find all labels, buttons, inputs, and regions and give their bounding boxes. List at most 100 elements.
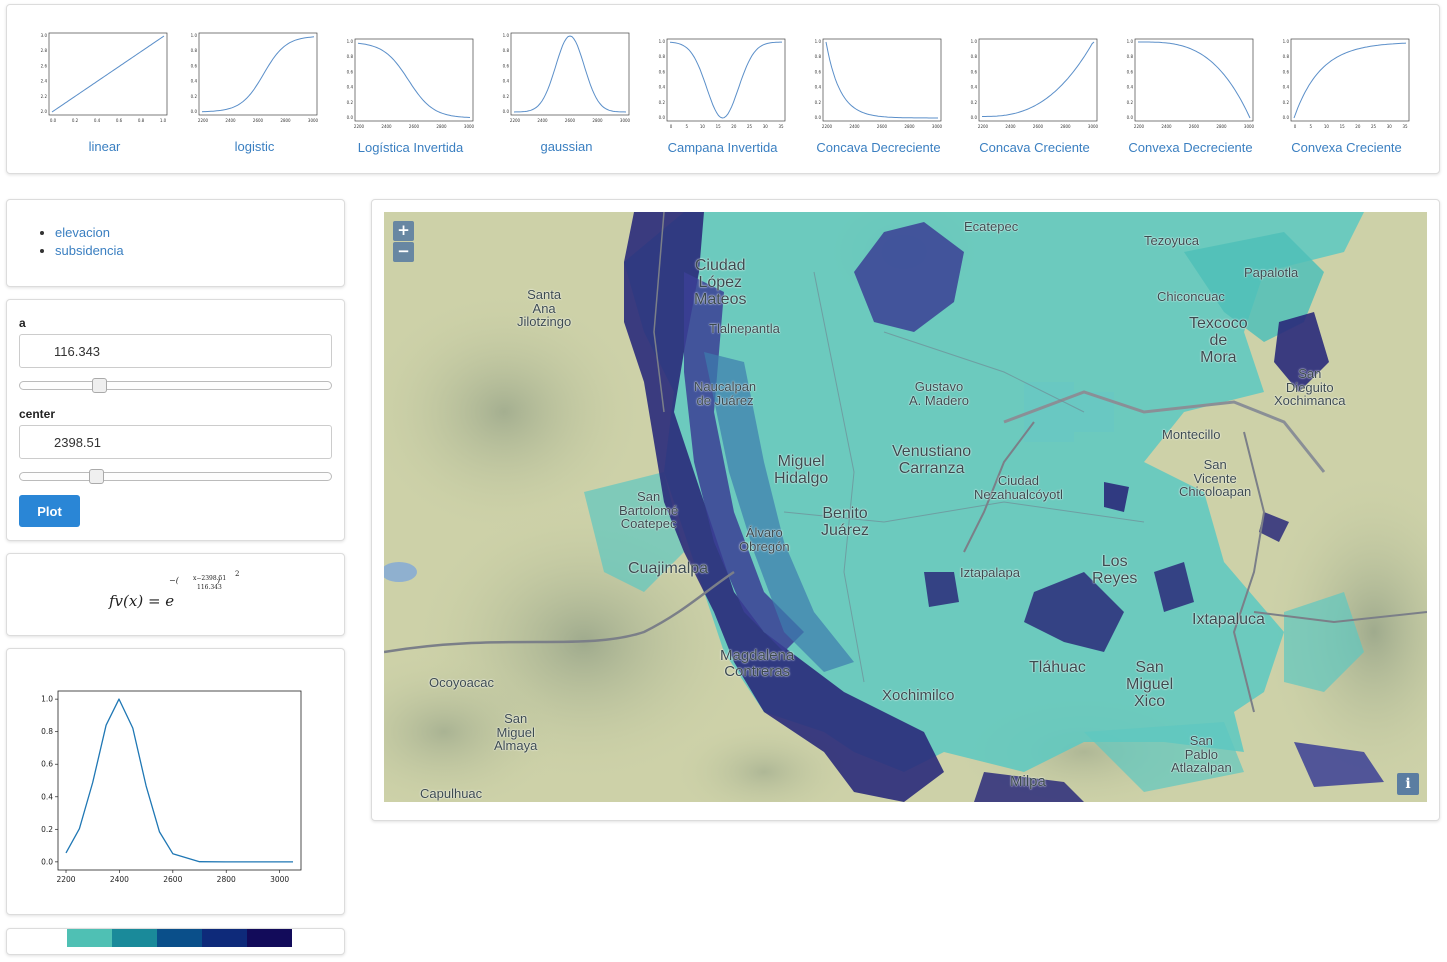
a-slider[interactable] (19, 378, 332, 393)
thumbnail-ytick: 0.0 (659, 115, 666, 120)
zoom-in-button[interactable]: + (393, 221, 414, 241)
thumbnail-frame (1134, 38, 1254, 122)
thumbnail-ytick: 1.0 (815, 39, 822, 44)
a-slider-handle[interactable] (91, 378, 107, 393)
thumbnail-xtick: 2600 (1189, 124, 1200, 129)
gallery-item-label[interactable]: Concava Creciente (967, 140, 1102, 155)
a-input[interactable] (19, 334, 332, 368)
gallery-item-label[interactable]: Campana Invertida (655, 140, 790, 155)
thumbnail-xtick: 15 (1340, 124, 1346, 129)
thumbnail-xtick: 0 (1294, 124, 1297, 129)
colorbar-segment-2 (112, 929, 157, 947)
layer-list: elevacion subsidencia (7, 224, 124, 260)
function-gallery: 0.0 0.2 0.4 0.6 0.8 1.0 3.0 2.8 2.6 2.4 2.2 2.0 line… (6, 4, 1440, 174)
thumbnail-ytick: 0.4 (1127, 85, 1134, 90)
gallery-item-label[interactable]: Convexa Decreciente (1123, 140, 1258, 155)
gallery-item-6[interactable]: 2200 2400 2600 2800 3000 1.0 0.8 0.6 0.4 0.2 0.0 Co… (811, 11, 946, 171)
thumbnail-xtick: 3000 (1088, 124, 1099, 129)
thumbnail-xtick: 25 (747, 124, 753, 129)
thumbnail-xtick: 10 (1324, 124, 1330, 129)
thumbnail-ytick: 0.8 (1127, 54, 1134, 59)
center-slider-handle[interactable] (88, 469, 104, 484)
gallery-thumbnail-plot: 0 5 10 15 20 25 30 35 1.0 0.8 0.6 0.4 0.2 0.0 (659, 38, 786, 129)
map-basemap (384, 212, 1427, 802)
thumbnail-xtick: 0 (670, 124, 673, 129)
thumbnail-xtick: 2800 (436, 124, 447, 129)
thumbnail-ytick: 1.0 (347, 39, 354, 44)
thumbnail-ytick: 0.4 (503, 79, 510, 84)
thumbnail-xtick: 2400 (1161, 124, 1172, 129)
gallery-thumbnail-plot: 2200 2400 2600 2800 3000 1.0 0.8 0.6 0.4 0.2 0.0 (191, 32, 319, 123)
thumbnail-xtick: 2200 (1134, 124, 1145, 129)
thumbnail-xtick: 2400 (537, 118, 548, 123)
thumbnail-frame (666, 38, 786, 122)
thumbnail-ytick: 0.4 (191, 79, 198, 84)
gallery-item-label[interactable]: Logística Invertida (343, 140, 478, 155)
thumbnail-xtick: 2200 (198, 118, 209, 123)
thumbnail-xtick: 20 (1355, 124, 1361, 129)
thumbnail-xtick: 0.4 (94, 118, 101, 123)
thumbnail-xtick: 2200 (822, 124, 833, 129)
layer-link-subsidencia[interactable]: subsidencia (55, 243, 124, 258)
thumbnail-ytick: 0.6 (1127, 69, 1134, 74)
thumbnail-ytick: 0.2 (191, 94, 198, 99)
center-input[interactable] (19, 425, 332, 459)
thumbnail-xtick: 2600 (409, 124, 420, 129)
thumbnail-ytick: 0.4 (659, 85, 666, 90)
zoom-out-button[interactable]: − (393, 242, 414, 262)
thumbnail-ytick: 1.0 (659, 39, 666, 44)
thumbnail-xtick: 20 (731, 124, 737, 129)
thumbnail-ytick: 0.6 (503, 63, 510, 68)
plot-button[interactable]: Plot (19, 495, 80, 527)
thumbnail-ytick: 0.6 (191, 63, 198, 68)
gallery-item-label[interactable]: gaussian (499, 139, 634, 154)
thumbnail-ytick: 0.6 (659, 69, 666, 74)
thumbnail-ytick: 0.0 (1127, 115, 1134, 120)
thumbnail-ytick: 0.2 (1127, 100, 1134, 105)
gallery-item-2[interactable]: 2200 2400 2600 2800 3000 1.0 0.8 0.6 0.4 0.2 0.0 lo… (187, 5, 322, 165)
thumbnail-ytick: 0.0 (191, 109, 198, 114)
y-tick-label: 0.2 (41, 825, 53, 834)
layer-link-elevacion[interactable]: elevacion (55, 225, 110, 240)
gallery-item-label[interactable]: logistic (187, 139, 322, 154)
formula-expression: fv(x) = e −( ) x−2398.51 116.343 2 (109, 570, 239, 610)
gallery-item-8[interactable]: 2200 2400 2600 2800 3000 1.0 0.8 0.6 0.4 0.2 0.0 Co… (1123, 11, 1258, 171)
thumbnail-xtick: 35 (1402, 124, 1408, 129)
gallery-item-label[interactable]: Concava Decreciente (811, 140, 946, 155)
formula-panel: fv(x) = e −( ) x−2398.51 116.343 2 (6, 553, 345, 636)
colorbar-segment-1 (67, 929, 112, 947)
thumbnail-xtick: 2400 (1005, 124, 1016, 129)
gallery-item-5[interactable]: 0 5 10 15 20 25 30 35 1.0 0.8 0.6 0.4 0.2 0.0 Campana … (655, 11, 790, 171)
thumbnail-frame (822, 38, 942, 122)
thumbnail-ytick: 1.0 (503, 33, 510, 38)
y-tick-label: 0.0 (41, 857, 53, 866)
gallery-item-3[interactable]: 2200 2400 2600 2800 3000 1.0 0.8 0.6 0.4 0.2 0.0 Lo… (343, 11, 478, 171)
layer-item-subsidencia: subsidencia (55, 242, 124, 260)
thumbnail-ytick: 0.6 (815, 69, 822, 74)
gallery-item-label[interactable]: Convexa Creciente (1279, 140, 1414, 155)
thumbnail-frame (510, 32, 630, 116)
map-panel: Ecatepec Tezoyuca Papalotla Ciudad López Ma… (371, 199, 1440, 821)
gallery-item-label[interactable]: linear (37, 139, 172, 154)
gallery-item-4[interactable]: 2200 2400 2600 2800 3000 1.0 0.8 0.6 0.4 0.2 0.0 ga… (499, 5, 634, 165)
thumbnail-frame (978, 38, 1098, 122)
gallery-item-1[interactable]: 0.0 0.2 0.4 0.6 0.8 1.0 3.0 2.8 2.6 2.4 2.2 2.0 line… (37, 5, 172, 165)
gallery-item-7[interactable]: 2200 2400 2600 2800 3000 1.0 0.8 0.6 0.4 0.2 0.0 Co… (967, 11, 1102, 171)
gallery-thumbnail-plot: 2200 2400 2600 2800 3000 1.0 0.8 0.6 0.4 0.2 0.0 (971, 38, 1099, 129)
gallery-item-9[interactable]: 0 5 10 15 20 25 30 35 1.0 0.8 0.6 0.4 0.2 0.0 Convexa … (1279, 11, 1414, 171)
thumbnail-ytick: 0.0 (347, 115, 354, 120)
thumbnail-ytick: 2.4 (41, 79, 48, 84)
map[interactable]: Ecatepec Tezoyuca Papalotla Ciudad López Ma… (384, 212, 1427, 802)
thumbnail-ytick: 1.0 (191, 33, 198, 38)
thumbnail-xtick: 2800 (280, 118, 291, 123)
thumbnail-ytick: 3.0 (41, 33, 48, 38)
info-button[interactable]: i (1397, 773, 1419, 795)
thumbnail-ytick: 0.8 (815, 54, 822, 59)
formula-lhs: fv(x) = e (109, 592, 175, 610)
thumbnail-xtick: 2800 (592, 118, 603, 123)
plot-frame (57, 690, 302, 871)
center-slider[interactable] (19, 469, 332, 484)
thumbnail-frame (198, 32, 318, 116)
thumbnail-ytick: 0.0 (971, 115, 978, 120)
colorbar-segment-4 (202, 929, 247, 947)
